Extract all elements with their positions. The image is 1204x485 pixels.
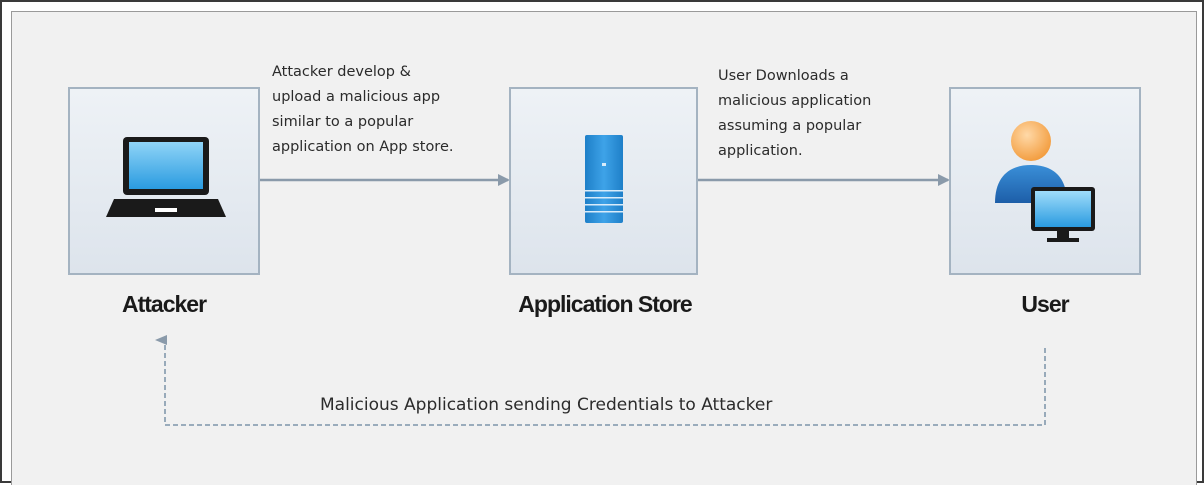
store-node xyxy=(509,87,698,275)
edge-line: User Downloads a xyxy=(718,68,849,84)
store-label: Application Store xyxy=(518,291,692,317)
edge-line: similar to a popular xyxy=(272,114,414,130)
edge-line: application. xyxy=(718,143,803,159)
edge-line: Attacker develop & xyxy=(272,64,411,80)
user-label: User xyxy=(1021,291,1069,317)
edge-line: application on App store. xyxy=(272,139,454,155)
store-to-user-label: User Downloads a malicious application a… xyxy=(718,64,871,164)
laptop-icon xyxy=(106,137,226,217)
user-node xyxy=(949,87,1141,275)
edge-line: upload a malicious app xyxy=(272,89,441,105)
server-icon xyxy=(585,135,623,223)
attacker-label: Attacker xyxy=(121,291,207,317)
edge-line: malicious application xyxy=(718,93,872,109)
user-computer-icon xyxy=(995,121,1095,242)
edge-line: assuming a popular xyxy=(718,118,862,134)
attacker-to-store-label: Attacker develop & upload a malicious ap… xyxy=(272,60,453,160)
user-to-attacker-label: Malicious Application sending Credential… xyxy=(316,395,777,415)
attacker-node xyxy=(68,87,260,275)
